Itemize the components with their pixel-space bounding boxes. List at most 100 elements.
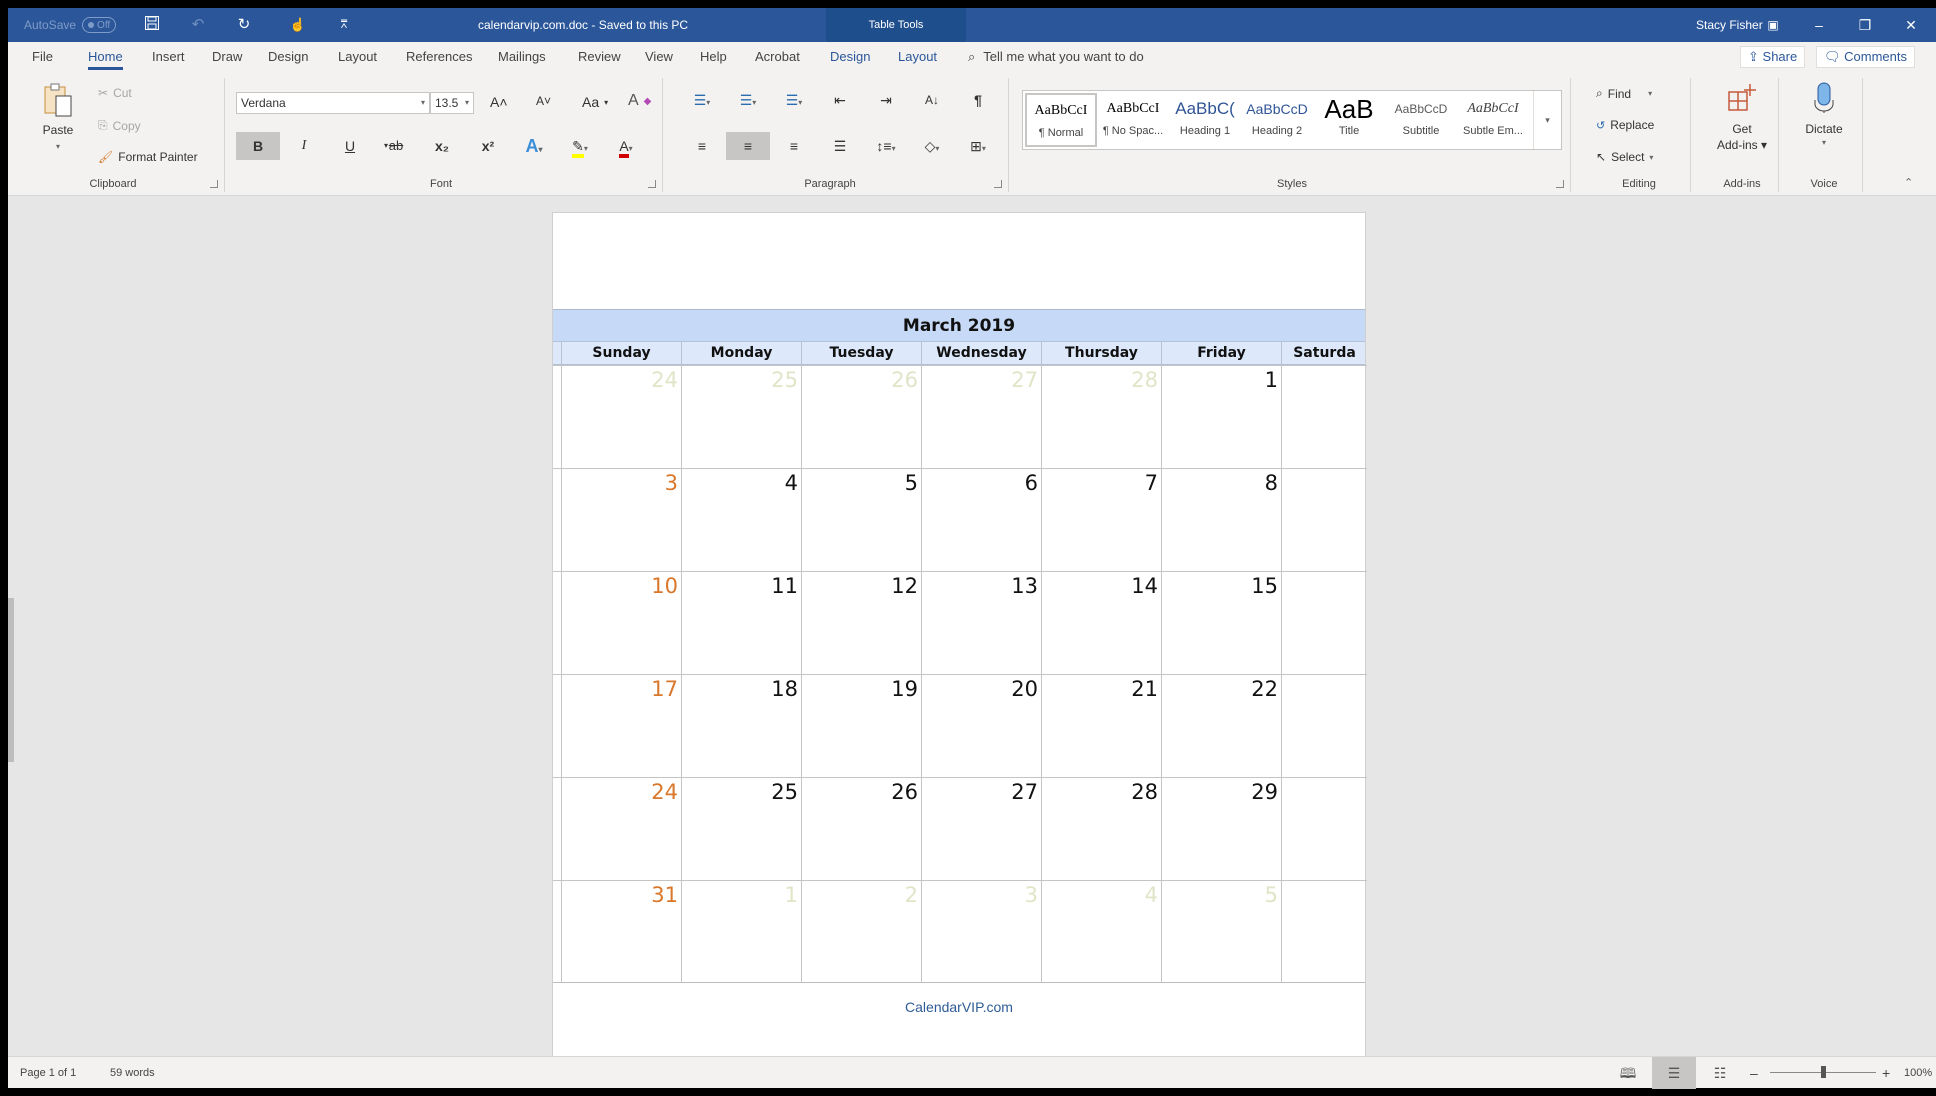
calendar-cell[interactable]: 5 bbox=[1161, 880, 1281, 983]
calendar-cell[interactable] bbox=[1281, 571, 1367, 674]
style-no-spacing[interactable]: AaBbCcI ¶ No Spac... bbox=[1097, 93, 1169, 147]
tab-mailings[interactable]: Mailings bbox=[498, 42, 546, 72]
tab-layout[interactable]: Layout bbox=[338, 42, 377, 72]
zoom-slider-thumb[interactable] bbox=[1821, 1066, 1826, 1078]
chevron-down-icon[interactable]: ▾ bbox=[421, 93, 425, 113]
calendar-cell[interactable]: 3 bbox=[921, 880, 1041, 983]
calendar-cell[interactable]: 19 bbox=[801, 674, 921, 777]
font-name-combobox[interactable]: Verdana ▾ bbox=[236, 92, 430, 114]
tab-view[interactable]: View bbox=[645, 42, 673, 72]
bullets-icon[interactable]: ☰▾ bbox=[680, 86, 724, 114]
paste-button[interactable]: Paste ▾ bbox=[30, 82, 86, 151]
calendar-cell[interactable]: 24 bbox=[561, 365, 681, 468]
dictate-button[interactable]: Dictate ▾ bbox=[1792, 82, 1856, 147]
shrink-font-button[interactable]: A˅ bbox=[536, 94, 551, 108]
minimize-icon[interactable]: – bbox=[1796, 8, 1842, 42]
replace-button[interactable]: ↺ Replace bbox=[1596, 118, 1654, 132]
tab-references[interactable]: References bbox=[406, 42, 472, 72]
calendar-cell[interactable]: 3 bbox=[561, 468, 681, 571]
zoom-slider[interactable] bbox=[1770, 1066, 1876, 1078]
tab-insert[interactable]: Insert bbox=[152, 42, 185, 72]
select-button[interactable]: ↖ Select ▾ bbox=[1596, 150, 1653, 164]
calendar-cell[interactable]: 4 bbox=[681, 468, 801, 571]
calendar-cell[interactable]: 24 bbox=[561, 777, 681, 880]
calendar-cell[interactable]: 28 bbox=[1041, 777, 1161, 880]
calendar-cell[interactable] bbox=[1281, 674, 1367, 777]
calendar-cell[interactable]: 20 bbox=[921, 674, 1041, 777]
strikethrough-button[interactable]: ab bbox=[374, 132, 418, 160]
undo-icon[interactable]: ↶ bbox=[188, 15, 208, 35]
calendar-cell[interactable]: 21 bbox=[1041, 674, 1161, 777]
calendar-cell[interactable] bbox=[1281, 777, 1367, 880]
calendar-cell[interactable]: 13 bbox=[921, 571, 1041, 674]
calendar-cell[interactable]: 6 bbox=[921, 468, 1041, 571]
calendar-cell[interactable]: 25 bbox=[681, 777, 801, 880]
align-left-icon[interactable]: ≡ bbox=[680, 132, 724, 160]
chevron-down-icon[interactable]: ▾ bbox=[1648, 89, 1652, 98]
read-mode-icon[interactable]: 🕮︎ bbox=[1606, 1057, 1650, 1089]
calendar-cell[interactable]: 26 bbox=[801, 365, 921, 468]
clear-formatting-icon[interactable]: A ◆ bbox=[628, 92, 651, 110]
calendar-cell[interactable]: 12 bbox=[801, 571, 921, 674]
tab-help[interactable]: Help bbox=[700, 42, 727, 72]
bold-button[interactable]: B bbox=[236, 132, 280, 160]
calendar-cell[interactable] bbox=[1281, 468, 1367, 571]
align-center-icon[interactable]: ≡ bbox=[726, 132, 770, 160]
highlight-color-button[interactable]: ✎▾ bbox=[558, 132, 602, 160]
calendar-cell[interactable]: 15 bbox=[1161, 571, 1281, 674]
show-formatting-button[interactable]: ¶ bbox=[956, 86, 1000, 114]
tab-table-layout[interactable]: Layout bbox=[898, 42, 937, 72]
justify-icon[interactable]: ☰ bbox=[818, 132, 862, 160]
customize-qat-icon[interactable]: ⩞ bbox=[334, 15, 354, 35]
get-addins-button[interactable]: Get Add-ins ▾ bbox=[1704, 82, 1780, 152]
increase-indent-icon[interactable]: ⇥ bbox=[864, 86, 908, 114]
autosave-toggle[interactable]: AutoSave Off bbox=[24, 8, 117, 42]
font-size-combobox[interactable]: 13.5 ▾ bbox=[430, 92, 474, 114]
line-spacing-icon[interactable]: ↕≡▾ bbox=[864, 132, 908, 160]
style-heading-1[interactable]: AaBbC(Heading 1 bbox=[1169, 93, 1241, 147]
calendar-cell[interactable]: 27 bbox=[921, 365, 1041, 468]
format-painter-button[interactable]: 🖌︎ Format Painter bbox=[98, 150, 198, 164]
tab-file[interactable]: File bbox=[32, 42, 53, 72]
subscript-button[interactable]: x₂ bbox=[420, 132, 464, 160]
align-right-icon[interactable]: ≡ bbox=[772, 132, 816, 160]
cut-button[interactable]: ✂ Cut bbox=[98, 86, 132, 100]
zoom-in-icon[interactable]: + bbox=[1882, 1057, 1890, 1089]
close-icon[interactable]: ✕ bbox=[1888, 8, 1934, 42]
document-page[interactable]: March 2019 Sunday Monday Tuesday Wednesday T… bbox=[552, 212, 1367, 1062]
borders-icon[interactable]: ⊞▾ bbox=[956, 132, 1000, 160]
tab-table-design[interactable]: Design bbox=[830, 42, 870, 72]
touch-mode-icon[interactable]: ☝▾ bbox=[288, 15, 308, 52]
web-layout-icon[interactable]: ☷ bbox=[1698, 1057, 1742, 1089]
calendar-cell[interactable]: 4 bbox=[1041, 880, 1161, 983]
change-case-button[interactable]: Aa ▾ bbox=[582, 94, 608, 110]
calendar-cell[interactable]: 28 bbox=[1041, 365, 1161, 468]
calendar-cell[interactable]: 26 bbox=[801, 777, 921, 880]
save-icon[interactable] bbox=[142, 15, 162, 35]
vertical-scrollbar[interactable] bbox=[8, 598, 14, 762]
calendar-cell[interactable]: 5 bbox=[801, 468, 921, 571]
tab-review[interactable]: Review bbox=[578, 42, 621, 72]
collapse-ribbon-icon[interactable]: ⌃ bbox=[1904, 176, 1913, 189]
clipboard-launcher-icon[interactable] bbox=[210, 180, 218, 188]
calendar-cell[interactable]: 1 bbox=[681, 880, 801, 983]
copy-button[interactable]: ⎘ Copy bbox=[98, 118, 141, 133]
calendar-cell[interactable]: 14 bbox=[1041, 571, 1161, 674]
zoom-level[interactable]: 100% bbox=[1904, 1057, 1932, 1089]
print-layout-icon[interactable]: ☰ bbox=[1652, 1057, 1696, 1089]
autosave-switch[interactable]: Off bbox=[82, 17, 117, 33]
sort-icon[interactable]: A↓ bbox=[910, 86, 954, 114]
calendar-cell[interactable]: 25 bbox=[681, 365, 801, 468]
style-subtitle[interactable]: AaBbCcD Subtitle bbox=[1385, 93, 1457, 147]
grow-font-button[interactable]: A˄ bbox=[490, 94, 508, 110]
calendar-cell[interactable]: 31 bbox=[561, 880, 681, 983]
multilevel-list-icon[interactable]: ☰▾ bbox=[772, 86, 816, 114]
calendar-cell[interactable]: 18 bbox=[681, 674, 801, 777]
tab-draw[interactable]: Draw bbox=[212, 42, 242, 72]
calendar-cell[interactable]: 10 bbox=[561, 571, 681, 674]
tab-acrobat[interactable]: Acrobat bbox=[755, 42, 800, 72]
find-button[interactable]: ⌕ Find ▾ bbox=[1596, 86, 1652, 101]
style-heading-2[interactable]: AaBbCcD Heading 2 bbox=[1241, 93, 1313, 147]
zoom-out-icon[interactable]: – bbox=[1750, 1057, 1758, 1089]
calendar-cell[interactable]: 29 bbox=[1161, 777, 1281, 880]
